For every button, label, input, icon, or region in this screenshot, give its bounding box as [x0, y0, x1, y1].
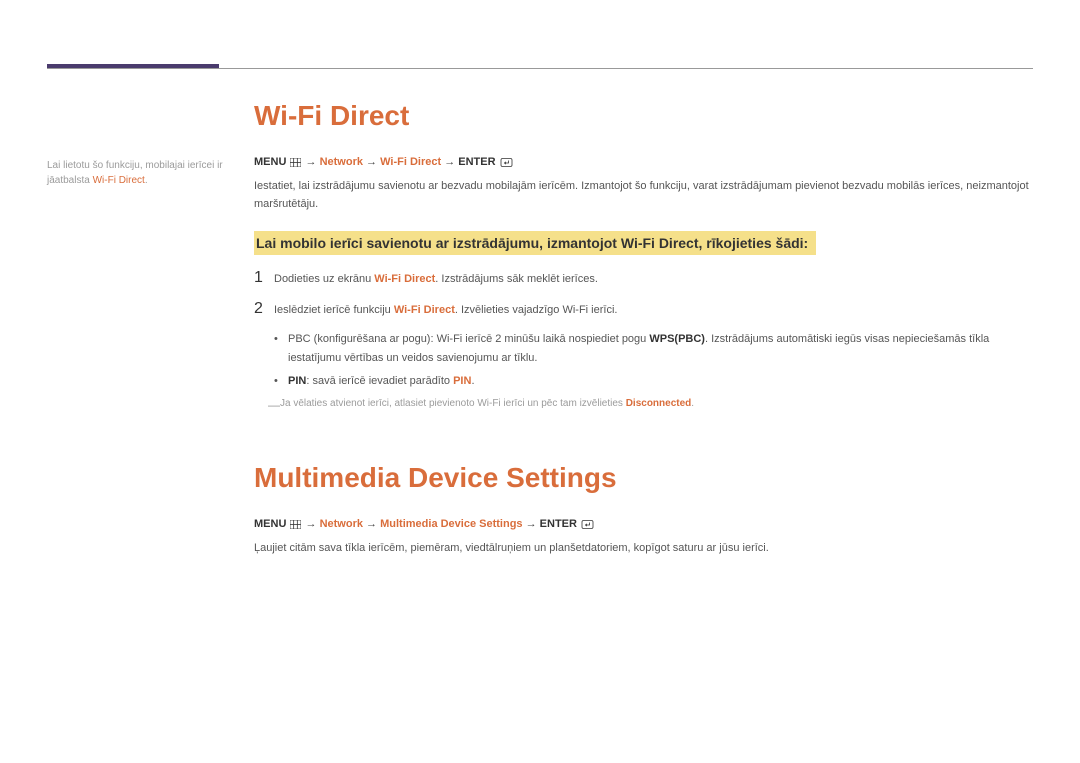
- step-number: 1: [254, 269, 274, 287]
- bullet-list: • PBC (konfigurēšana ar pogu): Wi-Fi ier…: [274, 330, 1033, 390]
- enter-label: ENTER: [540, 518, 577, 530]
- bullet-item: • PIN: savā ierīcē ievadiet parādīto PIN…: [274, 372, 1033, 391]
- step-row: 2 Ieslēdziet ierīcē funkciju Wi-Fi Direc…: [254, 300, 1033, 319]
- menu-label: MENU: [254, 156, 286, 168]
- menu-path-1: MENU → Network → Wi-Fi Direct → ENTER: [254, 156, 1033, 170]
- sidebar-text-highlight: Wi-Fi Direct: [93, 175, 145, 186]
- main-content: Wi-Fi Direct MENU → Network → Wi-Fi Dire…: [254, 100, 1033, 576]
- enter-icon: [581, 520, 594, 532]
- footnote-dash: ―: [268, 396, 280, 414]
- step-row: 1 Dodieties uz ekrānu Wi-Fi Direct. Izst…: [254, 269, 1033, 288]
- enter-icon: [500, 158, 513, 170]
- bullet-text: PIN: savā ierīcē ievadiet parādīto PIN.: [288, 372, 475, 391]
- menu-grid-icon: [290, 158, 301, 170]
- arrow: →: [444, 156, 455, 168]
- step-text: Ieslēdziet ierīcē funkciju Wi-Fi Direct.…: [274, 302, 617, 319]
- bullet-dot: •: [274, 372, 288, 391]
- bullet-item: • PBC (konfigurēšana ar pogu): Wi-Fi ier…: [274, 330, 1033, 367]
- bullet-dot: •: [274, 330, 288, 367]
- arrow: →: [306, 156, 317, 168]
- subheading-highlight: Lai mobilo ierīci savienotu ar izstrādāj…: [254, 231, 816, 255]
- arrow: →: [366, 156, 377, 168]
- header-divider: [47, 68, 1033, 69]
- sidebar-note: Lai lietotu šo funkciju, mobilajai ierīc…: [47, 158, 227, 188]
- menu-label: MENU: [254, 518, 286, 530]
- arrow: →: [306, 518, 317, 530]
- heading-wifi-direct: Wi-Fi Direct: [254, 100, 1033, 132]
- sidebar-text-suffix: .: [145, 175, 148, 186]
- enter-label: ENTER: [458, 156, 495, 168]
- footnote: ― Ja vēlaties atvienot ierīci, atlasiet …: [268, 396, 1033, 414]
- multimedia-body: Ļaujiet citām sava tīkla ierīcēm, piemēr…: [254, 540, 1033, 558]
- path-network: Network: [320, 518, 363, 530]
- path-multimedia: Multimedia Device Settings: [380, 518, 522, 530]
- menu-grid-icon: [290, 520, 301, 532]
- footnote-text: Ja vēlaties atvienot ierīci, atlasiet pi…: [280, 396, 694, 414]
- step-text: Dodieties uz ekrānu Wi-Fi Direct. Izstrā…: [274, 271, 598, 288]
- intro-text: Iestatiet, lai izstrādājumu savienotu ar…: [254, 178, 1033, 213]
- step-number: 2: [254, 300, 274, 318]
- path-network: Network: [320, 156, 363, 168]
- arrow: →: [526, 518, 537, 530]
- path-wifi-direct: Wi-Fi Direct: [380, 156, 441, 168]
- bullet-text: PBC (konfigurēšana ar pogu): Wi-Fi ierīc…: [288, 330, 1033, 367]
- heading-multimedia: Multimedia Device Settings: [254, 462, 1033, 494]
- menu-path-2: MENU → Network → Multimedia Device Setti…: [254, 518, 1033, 532]
- arrow: →: [366, 518, 377, 530]
